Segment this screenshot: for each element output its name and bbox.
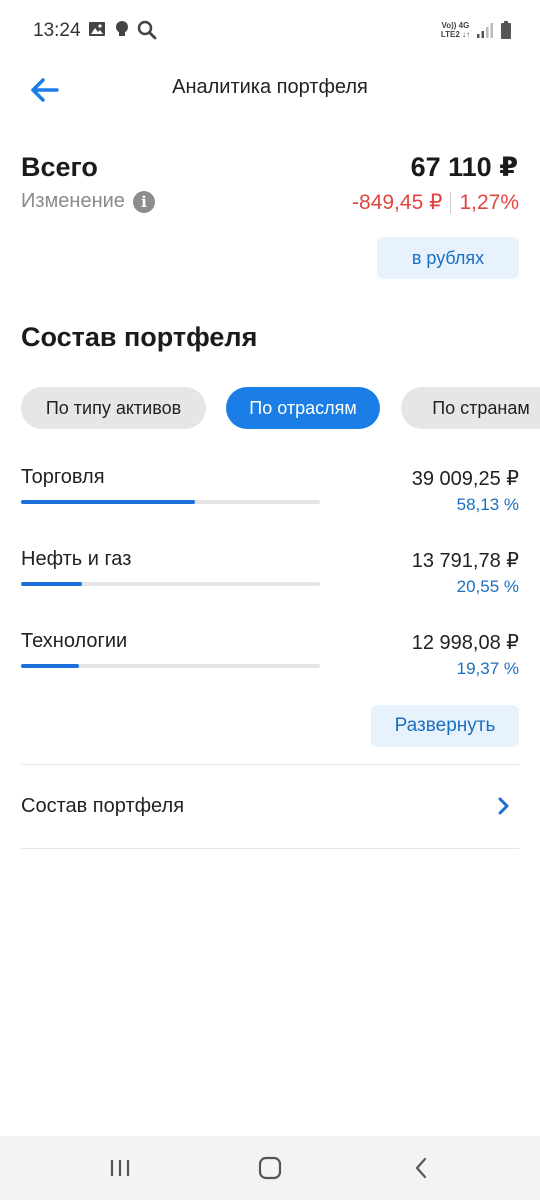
- system-back-button[interactable]: [381, 1136, 461, 1200]
- divider: [21, 848, 519, 849]
- tab-by-industry[interactable]: По отраслям: [226, 387, 380, 429]
- share-bar-fill: [21, 582, 83, 586]
- recent-apps-icon: [110, 1160, 130, 1176]
- status-time: 13:24: [33, 20, 81, 41]
- signal-icon: [477, 23, 493, 38]
- change-divider: [450, 191, 452, 214]
- battery-icon: [501, 21, 511, 39]
- industry-amount: 39 009,25 ₽: [411, 468, 519, 490]
- home-button[interactable]: [230, 1136, 310, 1200]
- system-nav-bar: [0, 1136, 540, 1200]
- home-icon: [258, 1156, 282, 1180]
- tab-by-country[interactable]: По странам: [401, 387, 540, 429]
- bulb-notification-icon: [116, 21, 128, 36]
- status-icons: Vo)) 4G LTE2 ↓↑: [441, 20, 512, 40]
- industry-name: Торговля: [21, 466, 105, 488]
- expand-button[interactable]: Развернуть: [371, 705, 519, 747]
- recent-apps-button[interactable]: [80, 1136, 160, 1200]
- info-icon[interactable]: i: [132, 190, 155, 213]
- change-amount: -849,45 ₽: [352, 191, 443, 214]
- change-label: Изменение: [21, 190, 125, 212]
- portfolio-composition-label: Состав портфеля: [21, 795, 185, 817]
- status-bar: 13:24 Vo)) 4G LTE2 ↓↑: [0, 0, 540, 62]
- share-bar-fill: [21, 664, 79, 668]
- industry-row[interactable]: Нефть и газ 13 791,78 ₽ 20,55 %: [21, 548, 519, 608]
- portfolio-composition-link[interactable]: Состав портфеля: [21, 766, 519, 848]
- industry-row[interactable]: Торговля 39 009,25 ₽ 58,13 %: [21, 466, 519, 526]
- share-bar-track: [21, 582, 320, 586]
- gallery-notification-icon: [89, 22, 105, 36]
- change-row: Изменение i: [21, 190, 155, 213]
- share-bar-track: [21, 664, 320, 668]
- industry-amount: 12 998,08 ₽: [411, 632, 519, 654]
- industry-name: Нефть и газ: [21, 548, 132, 570]
- industry-name: Технологии: [21, 630, 128, 652]
- network-indicator: Vo)) 4G LTE2 ↓↑: [440, 21, 470, 39]
- chevron-left-icon: [415, 1157, 427, 1179]
- share-bar-track: [21, 500, 320, 504]
- change-values: -849,45 ₽ 1,27%: [352, 190, 519, 215]
- section-title: Состав портфеля: [21, 322, 258, 352]
- page-title: Аналитика портфеля: [172, 76, 368, 98]
- share-bar-fill: [21, 500, 195, 504]
- industry-amount: 13 791,78 ₽: [411, 550, 519, 572]
- industry-percent: 58,13 %: [456, 495, 519, 514]
- divider: [21, 764, 519, 765]
- change-percent: 1,27%: [459, 190, 519, 214]
- currency-button[interactable]: в рублях: [377, 237, 519, 279]
- search-notification-icon: [137, 20, 157, 40]
- industry-percent: 20,55 %: [456, 577, 519, 596]
- filter-tabs: По типу активов По отраслям По странам: [21, 387, 540, 429]
- industry-row[interactable]: Технологии 12 998,08 ₽ 19,37 %: [21, 630, 519, 690]
- tab-by-asset-type[interactable]: По типу активов: [21, 387, 206, 429]
- total-label: Всего: [21, 152, 98, 182]
- chevron-right-icon: [498, 797, 509, 815]
- industry-percent: 19,37 %: [456, 659, 519, 678]
- total-value: 67 110 ₽: [410, 152, 518, 182]
